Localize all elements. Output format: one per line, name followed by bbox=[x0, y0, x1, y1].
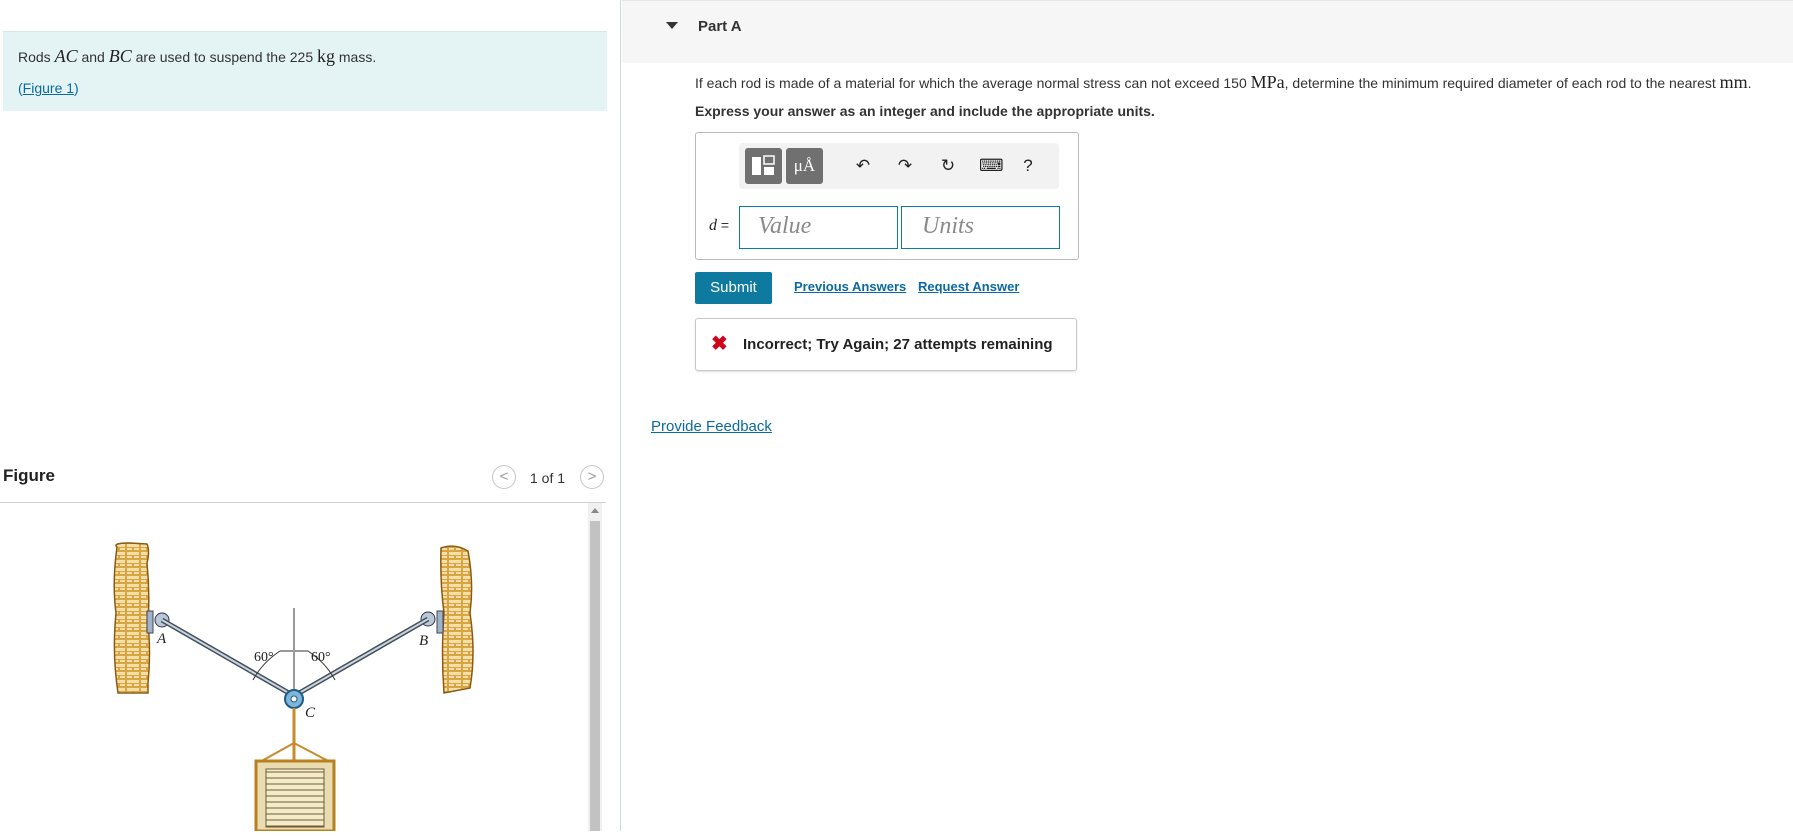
problem-text-part: are used to suspend the 225 bbox=[131, 49, 317, 65]
previous-answers-link[interactable]: Previous Answers bbox=[794, 279, 906, 294]
problem-text-part: mass. bbox=[335, 49, 377, 65]
figure-image: A B C 60° 60° bbox=[0, 503, 588, 833]
question-part: If each rod is made of a material for wh… bbox=[695, 75, 1251, 91]
provide-feedback-link[interactable]: Provide Feedback bbox=[651, 418, 772, 435]
left-panel: Rods AC and BC are used to suspend the 2… bbox=[0, 0, 620, 833]
units-input[interactable]: Units bbox=[901, 206, 1060, 249]
math-toolbar: μÅ ↶ ↷ ↻ ⌨ ? bbox=[739, 143, 1059, 189]
question-part: , determine the minimum required diamete… bbox=[1284, 75, 1720, 91]
scroll-thumb[interactable] bbox=[590, 521, 600, 831]
feedback-message: Incorrect; Try Again; 27 attempts remain… bbox=[743, 336, 1053, 353]
question-text: If each rod is made of a material for wh… bbox=[695, 72, 1752, 93]
previous-figure-button[interactable]: < bbox=[492, 465, 516, 489]
figure-link-container: (Figure 1) bbox=[18, 80, 79, 96]
next-figure-button[interactable]: > bbox=[580, 465, 604, 489]
right-wall bbox=[440, 545, 474, 694]
question-part: . bbox=[1747, 75, 1752, 91]
figure-pager-count: 1 of 1 bbox=[530, 470, 566, 486]
figure-scrollbar[interactable] bbox=[588, 503, 602, 831]
label-a: A bbox=[156, 631, 167, 647]
figure-title: Figure bbox=[3, 466, 55, 485]
problem-text-part: Rods bbox=[18, 49, 55, 65]
variable-symbol: d bbox=[709, 217, 717, 234]
bracket-a bbox=[146, 610, 154, 634]
angle-left-label: 60° bbox=[254, 650, 274, 665]
figure-link[interactable]: Figure 1 bbox=[23, 80, 74, 96]
collapse-caret-icon[interactable] bbox=[666, 22, 678, 29]
problem-statement: Rods AC and BC are used to suspend the 2… bbox=[3, 31, 607, 111]
figure-header: Figure < 1 of 1 > bbox=[0, 462, 606, 503]
reset-icon[interactable]: ↻ bbox=[937, 155, 959, 177]
problem-text: Rods AC and BC are used to suspend the 2… bbox=[18, 46, 376, 67]
rod-ac bbox=[162, 615, 294, 620]
request-answer-link[interactable]: Request Answer bbox=[918, 279, 1019, 294]
mass-unit: kg bbox=[317, 46, 335, 66]
part-title: Part A bbox=[698, 18, 742, 35]
rod-bc-label: BC bbox=[108, 46, 132, 66]
undo-icon[interactable]: ↶ bbox=[852, 155, 874, 177]
label-c: C bbox=[305, 705, 316, 721]
redo-icon[interactable]: ↷ bbox=[894, 155, 916, 177]
units-icon[interactable]: μÅ bbox=[786, 148, 823, 184]
instruction-text: Express your answer as an integer and in… bbox=[695, 103, 1155, 119]
panel-divider bbox=[620, 0, 621, 831]
value-input[interactable]: Value bbox=[739, 206, 898, 249]
submit-button[interactable]: Submit bbox=[695, 272, 772, 304]
keyboard-icon[interactable]: ⌨ bbox=[979, 155, 1004, 177]
stress-unit: MPa bbox=[1250, 72, 1285, 92]
rods-diagram: A B C 60° 60° bbox=[113, 542, 474, 833]
help-icon[interactable]: ? bbox=[1017, 155, 1039, 177]
part-a-header[interactable]: Part A bbox=[622, 0, 1793, 63]
bracket-b bbox=[436, 610, 444, 634]
equals-sign: = bbox=[717, 217, 730, 233]
feedback-message-box: ✖ Incorrect; Try Again; 27 attempts rema… bbox=[695, 318, 1077, 371]
templates-icon[interactable] bbox=[745, 148, 782, 184]
answer-box: μÅ ↶ ↷ ↻ ⌨ ? d = Value Units bbox=[695, 132, 1079, 260]
error-x-icon: ✖ bbox=[711, 333, 728, 355]
variable-label: d = bbox=[709, 217, 729, 235]
rod-ac-label: AC bbox=[54, 46, 78, 66]
angle-right-label: 60° bbox=[311, 650, 331, 665]
problem-text-part: and bbox=[77, 49, 109, 65]
scroll-up-arrow-icon[interactable] bbox=[591, 508, 599, 513]
label-b: B bbox=[419, 633, 428, 649]
left-wall bbox=[113, 542, 151, 694]
length-unit: mm bbox=[1719, 72, 1748, 92]
